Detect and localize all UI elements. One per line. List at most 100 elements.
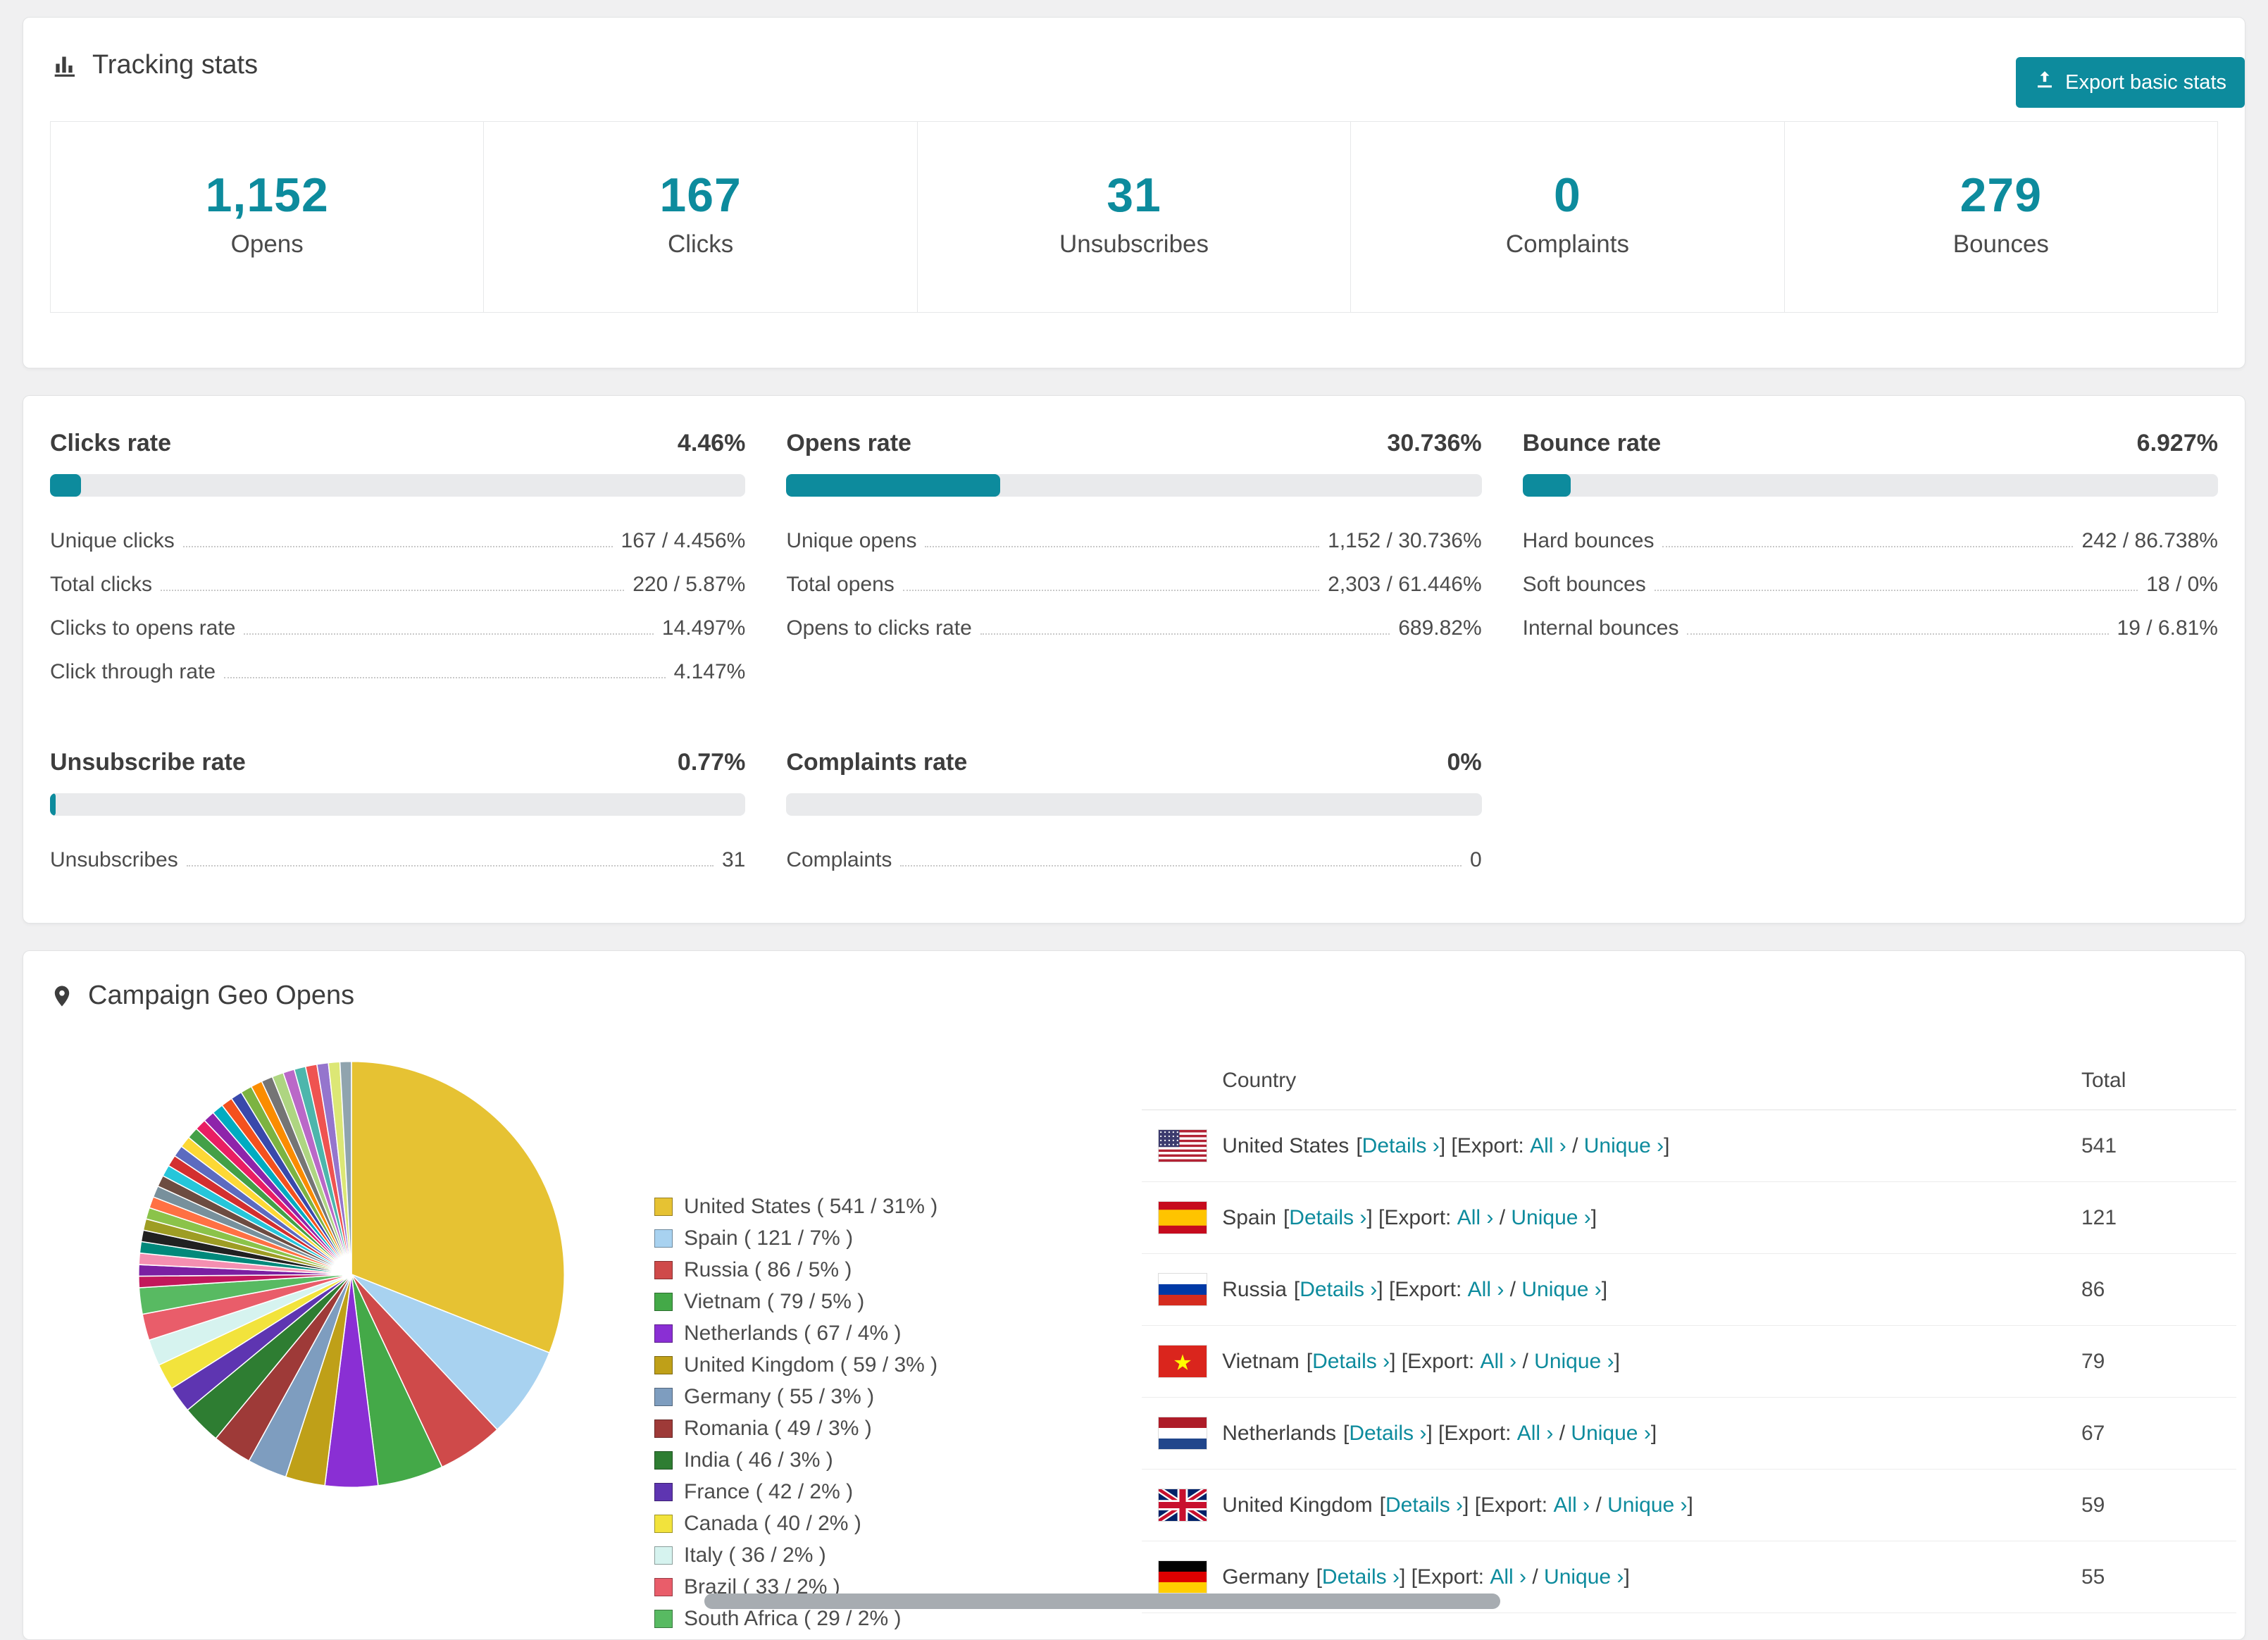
tracking-stats-title: Tracking stats xyxy=(92,50,258,80)
dotted-leader xyxy=(980,633,1390,635)
stat-box-unsubscribes: 31 Unsubscribes xyxy=(916,122,1350,312)
detail-row: Hard bounces 242 / 86.738% xyxy=(1523,529,2218,553)
progress-bar-fill xyxy=(1522,474,1571,497)
export-unique-link[interactable]: Unique › xyxy=(1584,1134,1664,1157)
export-all-link[interactable]: All › xyxy=(1457,1206,1494,1229)
details-link[interactable]: Details › xyxy=(1362,1134,1440,1157)
stat-value: 167 xyxy=(659,168,742,222)
dotted-leader xyxy=(1662,546,2074,547)
export-unique-link[interactable]: Unique › xyxy=(1571,1422,1650,1445)
country-name: Germany xyxy=(1222,1565,1309,1589)
rate-panel-opens-rate: Opens rate 30.736% Unique opens 1,152 / 30.… xyxy=(786,430,1482,684)
tracking-stats-header: Tracking stats xyxy=(50,50,2218,80)
stat-label: Opens xyxy=(230,230,304,258)
rate-title: Complaints rate xyxy=(786,749,968,776)
column-header-country: Country xyxy=(1222,1069,1297,1092)
country-links: [Details ›] [Export: All › / Unique ›] xyxy=(1342,1422,1657,1446)
table-header-row: Country Total xyxy=(1142,1050,2236,1110)
export-all-link[interactable]: All › xyxy=(1468,1278,1504,1301)
export-all-link[interactable]: All › xyxy=(1480,1350,1516,1373)
country-total: 86 xyxy=(2081,1277,2105,1301)
details-link[interactable]: Details › xyxy=(1385,1493,1463,1517)
geo-table: Country Total United States [Details ›] [… xyxy=(1142,1050,2236,1613)
details-link[interactable]: Details › xyxy=(1312,1350,1390,1373)
dotted-leader xyxy=(1687,633,2109,635)
rate-head: Bounce rate 6.927% xyxy=(1523,430,2218,457)
detail-row: Internal bounces 19 / 6.81% xyxy=(1523,616,2218,640)
detail-value: 242 / 86.738% xyxy=(2081,529,2218,552)
rate-title: Opens rate xyxy=(786,430,911,456)
country-total: 121 xyxy=(2081,1205,2117,1229)
details-link[interactable]: Details › xyxy=(1300,1278,1377,1301)
legend-label: Netherlands ( 67 / 4% ) xyxy=(684,1322,902,1345)
progress-bar-fill xyxy=(50,474,82,497)
progress-bar xyxy=(786,474,1482,497)
rate-percent: 0% xyxy=(1447,749,1482,776)
rate-head: Complaints rate 0% xyxy=(786,749,1481,776)
rates-card: Clicks rate 4.46% Unique clicks 167 / 4.456… xyxy=(23,395,2245,924)
dotted-leader xyxy=(244,633,654,635)
country-links: [Details ›] [Export: All › / Unique ›] xyxy=(1316,1565,1630,1589)
detail-row: Soft bounces 18 / 0% xyxy=(1523,573,2218,597)
legend-item: Germany ( 55 / 3% ) xyxy=(654,1386,937,1408)
export-all-link[interactable]: All › xyxy=(1490,1565,1526,1589)
detail-label: Total opens xyxy=(786,573,895,596)
de-flag-icon xyxy=(1159,1561,1207,1593)
column-header-total: Total xyxy=(2081,1069,2126,1092)
rate-title: Unsubscribe rate xyxy=(50,749,246,776)
stat-value: 1,152 xyxy=(205,168,329,222)
dotted-leader xyxy=(182,546,613,547)
legend-item: Vietnam ( 79 / 5% ) xyxy=(654,1291,937,1312)
detail-value: 1,152 / 30.736% xyxy=(1328,529,1482,552)
legend-swatch xyxy=(654,1609,673,1628)
rate-panel-unsubscribe-rate: Unsubscribe rate 0.77% Unsubscribes 31 xyxy=(50,749,746,872)
legend-swatch xyxy=(654,1324,673,1343)
campaign-geo-opens-header: Campaign Geo Opens xyxy=(50,981,2236,1011)
export-basic-stats-button[interactable]: Export basic stats xyxy=(2016,57,2245,108)
us-flag-icon xyxy=(1159,1130,1207,1162)
legend-item: Spain ( 121 / 7% ) xyxy=(654,1227,937,1249)
details-link[interactable]: Details › xyxy=(1289,1206,1366,1229)
export-unique-link[interactable]: Unique › xyxy=(1534,1350,1614,1373)
export-button-label: Export basic stats xyxy=(2065,70,2226,94)
export-unique-link[interactable]: Unique › xyxy=(1511,1206,1590,1229)
export-all-link[interactable]: All › xyxy=(1530,1134,1566,1157)
rate-title: Bounce rate xyxy=(1522,430,1662,456)
country-name: United States xyxy=(1222,1133,1350,1157)
legend-label: Russia ( 86 / 5% ) xyxy=(684,1258,852,1281)
export-unique-link[interactable]: Unique › xyxy=(1544,1565,1624,1589)
export-all-link[interactable]: All › xyxy=(1553,1493,1590,1517)
detail-label: Internal bounces xyxy=(1522,616,1679,640)
horizontal-scrollbar-thumb[interactable] xyxy=(704,1594,1500,1609)
tracking-stats-card: Tracking stats Export basic stats 1,152 O… xyxy=(23,17,2245,368)
progress-bar-fill xyxy=(786,474,1000,497)
legend-label: United States ( 541 / 31% ) xyxy=(684,1195,938,1218)
export-all-link[interactable]: All › xyxy=(1517,1422,1554,1445)
detail-label: Total clicks xyxy=(50,573,153,596)
country-total: 55 xyxy=(2081,1565,2105,1589)
detail-value: 689.82% xyxy=(1398,616,1482,640)
vn-flag-icon xyxy=(1159,1346,1207,1377)
rate-percent: 0.77% xyxy=(677,749,746,776)
rate-percent: 30.736% xyxy=(1387,430,1482,456)
detail-label: Unique opens xyxy=(786,529,917,552)
export-unique-link[interactable]: Unique › xyxy=(1607,1493,1687,1517)
country-name: United Kingdom xyxy=(1222,1493,1373,1517)
rate-title: Clicks rate xyxy=(50,430,171,456)
detail-value: 19 / 6.81% xyxy=(2117,616,2218,640)
country-total: 67 xyxy=(2081,1421,2105,1445)
map-pin-icon xyxy=(50,981,74,1011)
stat-box-complaints: 0 Complaints xyxy=(1350,122,1783,312)
legend-item: United States ( 541 / 31% ) xyxy=(654,1195,937,1217)
detail-row: Unique clicks 167 / 4.456% xyxy=(50,529,745,553)
legend-item: Italy ( 36 / 2% ) xyxy=(654,1544,937,1566)
details-link[interactable]: Details › xyxy=(1349,1422,1426,1445)
country-name: Russia xyxy=(1222,1277,1287,1301)
legend-swatch xyxy=(654,1419,673,1438)
legend-swatch xyxy=(654,1260,673,1279)
details-link[interactable]: Details › xyxy=(1322,1565,1400,1589)
progress-bar xyxy=(50,793,746,816)
country-total: 79 xyxy=(2081,1349,2105,1373)
progress-bar xyxy=(50,474,746,497)
export-unique-link[interactable]: Unique › xyxy=(1521,1278,1601,1301)
